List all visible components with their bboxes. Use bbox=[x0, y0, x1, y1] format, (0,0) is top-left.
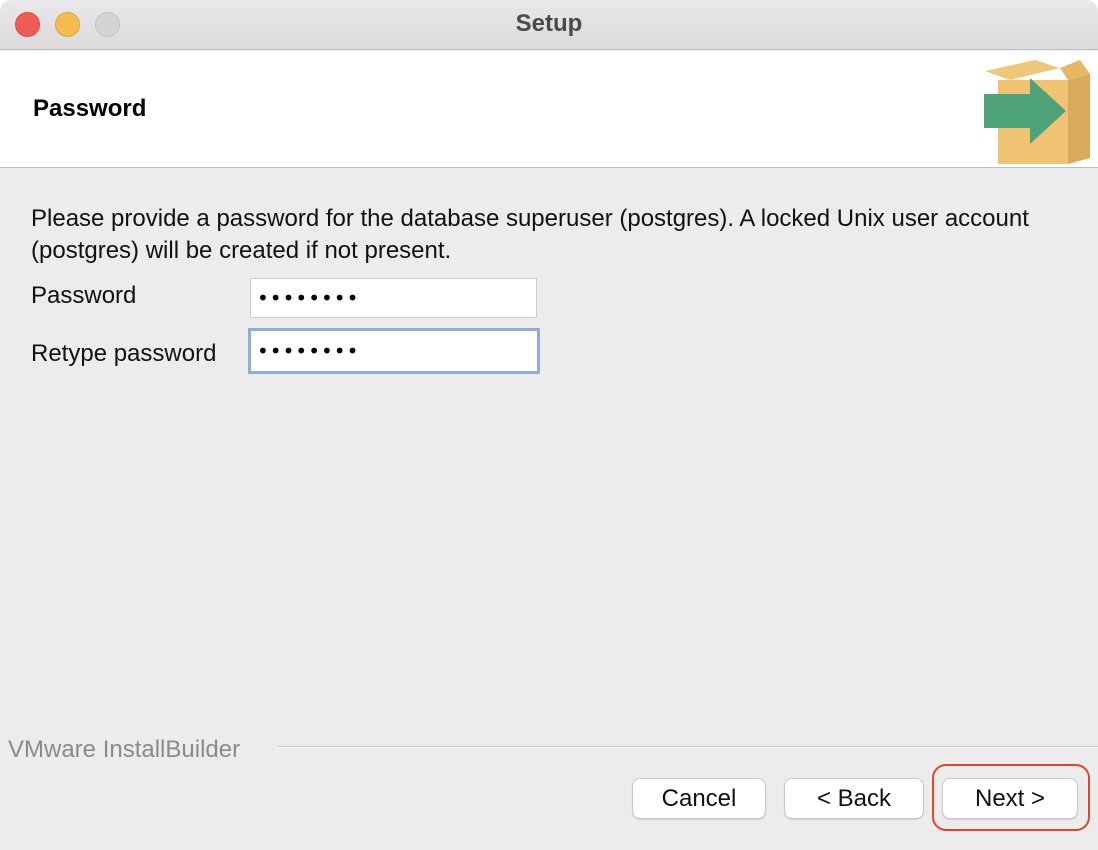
retype-password-label: Retype password bbox=[31, 340, 217, 367]
installer-box-arrow-icon bbox=[984, 60, 1090, 164]
password-field[interactable]: •••••••• bbox=[250, 278, 537, 318]
footer-divider bbox=[278, 746, 1098, 748]
description-text: Please provide a password for the databa… bbox=[31, 205, 1029, 264]
retype-password-field[interactable]: •••••••• bbox=[248, 328, 540, 374]
header-banner: Password bbox=[0, 51, 1098, 168]
back-button[interactable]: < Back bbox=[784, 778, 924, 819]
password-label: Password bbox=[31, 282, 137, 309]
brand-label: VMware InstallBuilder bbox=[8, 736, 241, 763]
next-button-highlight bbox=[932, 764, 1090, 831]
cancel-button[interactable]: Cancel bbox=[632, 778, 766, 819]
setup-window: Setup Password Please provide a password… bbox=[0, 0, 1098, 850]
page-title: Password bbox=[33, 95, 147, 122]
window-title: Setup bbox=[515, 10, 583, 37]
title-bar[interactable]: Setup bbox=[0, 0, 1098, 50]
